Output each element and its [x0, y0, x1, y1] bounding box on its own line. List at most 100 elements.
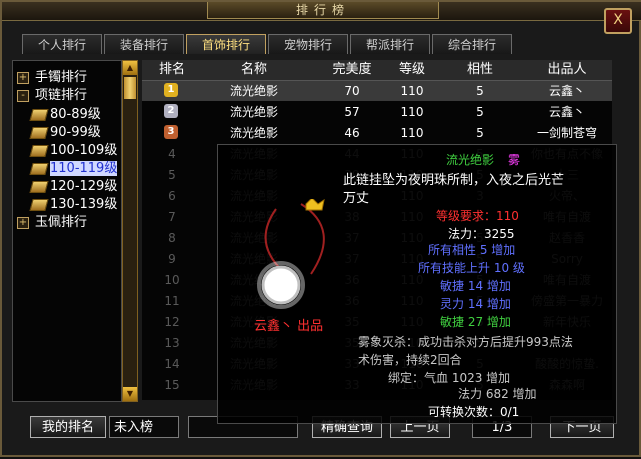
cell-rank: 7 — [168, 210, 176, 224]
tree-item-label: 玉佩排行 — [35, 215, 88, 230]
tab-overall[interactable]: 综合排行 — [432, 34, 512, 54]
jewelry-icon — [29, 198, 49, 211]
tooltip-skill-line2: 术伤害，持续2回合 — [358, 353, 462, 367]
window-title: 排行榜 — [207, 2, 439, 19]
tree-item-bracelet[interactable]: + 手镯排行 — [17, 69, 87, 87]
cell-maker: 云鑫丶 — [548, 105, 585, 119]
tree-item-label: 130-139级 — [50, 197, 118, 212]
tooltip-bind-hp: 绑定：气血 1023 增加 — [388, 371, 511, 385]
tooltip-stat-agility-2: 敏捷 27 增加 — [440, 315, 511, 329]
header-affinity: 相性 — [466, 62, 493, 77]
tooltip-stat-skills: 所有技能上升 10 级 — [418, 261, 525, 275]
cell-level: 110 — [400, 84, 424, 98]
tree-item-necklace[interactable]: - 项链排行 — [17, 87, 87, 105]
tree-item-80-89[interactable]: 80-89级 — [29, 106, 101, 124]
cell-affinity: 5 — [476, 105, 484, 119]
cell-rank: 9 — [168, 252, 176, 266]
tree-item-label: 120-129级 — [50, 179, 118, 194]
cell-rank: 15 — [164, 378, 180, 392]
tab-pet[interactable]: 宠物排行 — [268, 34, 348, 54]
tree-item-label-selected: 110-119级 — [50, 161, 118, 176]
collapse-icon[interactable]: - — [17, 89, 29, 102]
category-tree: + 手镯排行 - 项链排行 80-89级 90-99级 100-109级 110-1… — [12, 60, 122, 402]
header-maker: 出品人 — [547, 62, 587, 77]
tree-item-label: 90-99级 — [50, 125, 101, 140]
cell-perfection: 57 — [344, 105, 360, 119]
tooltip-desc-line2: 万丈 — [343, 191, 370, 206]
cell-rank: 12 — [164, 315, 180, 329]
scroll-thumb[interactable] — [124, 77, 136, 99]
tree-item-130-139[interactable]: 130-139级 — [29, 196, 118, 214]
cell-rank: 5 — [168, 168, 176, 182]
tooltip-item-tag: 雾 — [508, 153, 521, 167]
tab-equipment[interactable]: 装备排行 — [104, 34, 184, 54]
table-row[interactable]: 1 流光绝影 70 110 5 云鑫丶 — [142, 81, 612, 101]
cell-level: 110 — [400, 105, 424, 119]
tree-item-100-109[interactable]: 100-109级 — [29, 142, 117, 160]
jewelry-icon — [29, 126, 49, 139]
tooltip-stat-spirit: 灵力 14 增加 — [440, 297, 511, 311]
cell-affinity: 5 — [476, 84, 484, 98]
cell-perfection: 46 — [344, 126, 360, 140]
title-bar[interactable]: 排行榜 — [2, 2, 641, 21]
header-level: 等级 — [398, 62, 425, 77]
cell-rank: 14 — [164, 357, 180, 371]
tree-item-label: 手镯排行 — [35, 70, 88, 85]
table-row[interactable]: 2 流光绝影 57 110 5 云鑫丶 — [142, 102, 612, 122]
tooltip-skill-line1: 雾象灭杀：成功击杀对方后提升993点法 — [358, 335, 573, 349]
my-rank-button[interactable]: 我的排名 — [30, 416, 106, 438]
expand-icon[interactable]: + — [17, 71, 29, 84]
cell-rank: 6 — [168, 189, 176, 203]
cell-perfection: 70 — [344, 84, 360, 98]
necklace-pendant-icon — [257, 199, 325, 309]
tooltip-convert-count: 可转换次数：0/1 — [428, 405, 520, 419]
tree-item-120-129[interactable]: 120-129级 — [29, 178, 118, 196]
cell-affinity: 5 — [476, 126, 484, 140]
tooltip-bind-mana: 法力 682 增加 — [458, 387, 537, 401]
rank-medal-icon: 1 — [164, 83, 178, 97]
tooltip-level-requirement: 等级要求：110 — [436, 209, 519, 223]
jewelry-icon — [29, 108, 49, 121]
tree-item-90-99[interactable]: 90-99级 — [29, 124, 101, 142]
cell-name: 流光绝影 — [229, 105, 278, 119]
tree-item-label: 项链排行 — [35, 88, 88, 103]
cell-rank: 10 — [164, 273, 180, 287]
item-tooltip: 流光绝影 雾 此链挂坠为夜明珠所制，入夜之后光芒 万丈 等级要求：110 法力：… — [217, 144, 617, 424]
header-perfection: 完美度 — [332, 62, 372, 77]
tree-scrollbar[interactable]: ▲ ▼ — [122, 60, 138, 402]
jewelry-icon — [29, 180, 49, 193]
cell-name: 流光绝影 — [229, 126, 278, 140]
expand-icon[interactable]: + — [17, 216, 29, 229]
tree-item-110-119[interactable]: 110-119级 — [29, 160, 118, 178]
cell-rank: 13 — [164, 336, 180, 350]
header-rank: 排名 — [158, 62, 185, 77]
jewelry-icon — [29, 162, 49, 175]
scroll-down-icon[interactable]: ▼ — [123, 387, 137, 401]
tooltip-mana: 法力：3255 — [448, 227, 515, 241]
tooltip-desc-line1: 此链挂坠为夜明珠所制，入夜之后光芒 — [343, 173, 565, 188]
ranking-window: 排行榜 X 个人排行 装备排行 首饰排行 宠物排行 帮派排行 综合排行 + 手镯排… — [0, 0, 641, 457]
tooltip-item-name: 流光绝影 — [446, 153, 495, 167]
jewelry-icon — [29, 144, 49, 157]
close-button[interactable]: X — [604, 8, 632, 34]
tree-item-jade[interactable]: + 玉佩排行 — [17, 214, 87, 232]
cell-maker: 云鑫丶 — [548, 84, 585, 98]
cell-level: 110 — [400, 126, 424, 140]
tab-jewelry[interactable]: 首饰排行 — [186, 34, 266, 54]
table-row[interactable]: 3 流光绝影 46 110 5 一剑制苍穹 — [142, 123, 612, 143]
tooltip-stat-affinity: 所有相性 5 增加 — [428, 243, 516, 257]
cell-rank: 4 — [168, 147, 176, 161]
scroll-up-icon[interactable]: ▲ — [123, 61, 137, 75]
cell-rank: 8 — [168, 231, 176, 245]
tab-personal[interactable]: 个人排行 — [22, 34, 102, 54]
tooltip-stat-agility: 敏捷 14 增加 — [440, 279, 511, 293]
tree-item-label: 80-89级 — [50, 107, 101, 122]
my-rank-value: 未入榜 — [109, 416, 179, 438]
table-header: 排名 名称 完美度 等级 相性 出品人 — [142, 60, 612, 81]
tooltip-maker: 云鑫丶 出品 — [254, 319, 324, 334]
cell-maker: 一剑制苍穹 — [536, 126, 597, 140]
tab-guild[interactable]: 帮派排行 — [350, 34, 430, 54]
header-name: 名称 — [240, 62, 267, 77]
cell-rank: 11 — [164, 294, 180, 308]
rank-medal-icon: 2 — [164, 104, 178, 118]
